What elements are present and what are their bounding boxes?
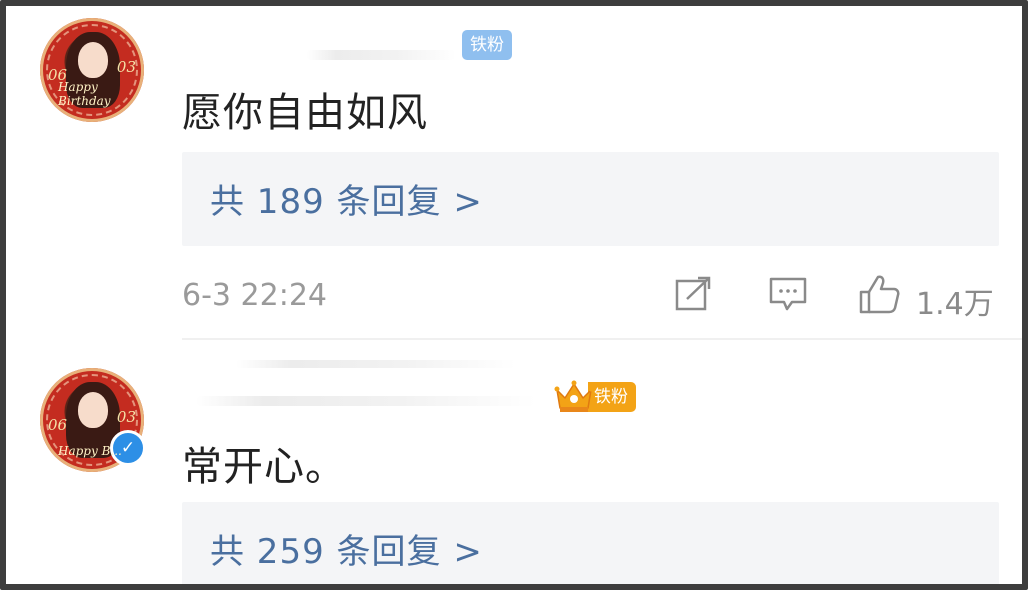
avatar-text-left: 06 xyxy=(48,416,68,434)
fan-badge-label: 铁粉 xyxy=(588,382,636,412)
crown-icon xyxy=(554,380,594,414)
username-redacted xyxy=(236,360,516,368)
comment-divider xyxy=(182,338,1022,340)
view-replies-button[interactable]: 共 189 条回复 > xyxy=(182,152,999,246)
view-replies-button[interactable]: 共 259 条回复 > xyxy=(182,502,999,584)
avatar-text-right: 03 xyxy=(116,408,136,426)
replies-count-label: 共 189 条回复 > xyxy=(210,182,483,222)
commenter-avatar[interactable]: 06 03 Happy Birthday xyxy=(40,18,144,122)
like-count: 1.4万 xyxy=(916,287,994,322)
comment-text: 愿你自由如风 xyxy=(182,90,428,136)
screenshot-frame: 06 03 Happy Birthday 铁粉 愿你自由如风 共 189 条回复… xyxy=(0,0,1028,590)
comment-timestamp: 6-3 22:24 xyxy=(182,278,327,313)
avatar-script-text: Happy B... xyxy=(58,444,122,458)
comment-icon[interactable] xyxy=(768,274,808,318)
comment-meta-row: 6-3 22:24 1.4万 xyxy=(6,264,1022,324)
commenter-avatar[interactable]: 06 03 Happy B... ✓ xyxy=(40,368,146,472)
thumbs-up-icon[interactable] xyxy=(858,272,902,320)
replies-count-label: 共 259 条回复 > xyxy=(210,532,483,572)
username-redacted xyxy=(306,50,456,60)
crown-fan-badge: 铁粉 xyxy=(554,380,636,414)
avatar-image: 06 03 Happy Birthday xyxy=(40,18,144,122)
username-redacted xyxy=(196,396,536,406)
comment-text: 常开心。 xyxy=(182,444,346,490)
share-icon[interactable] xyxy=(674,274,714,318)
avatar-text-right: 03 xyxy=(116,58,136,76)
fan-badge: 铁粉 xyxy=(462,30,512,60)
avatar-script-text: Happy Birthday xyxy=(58,80,111,108)
